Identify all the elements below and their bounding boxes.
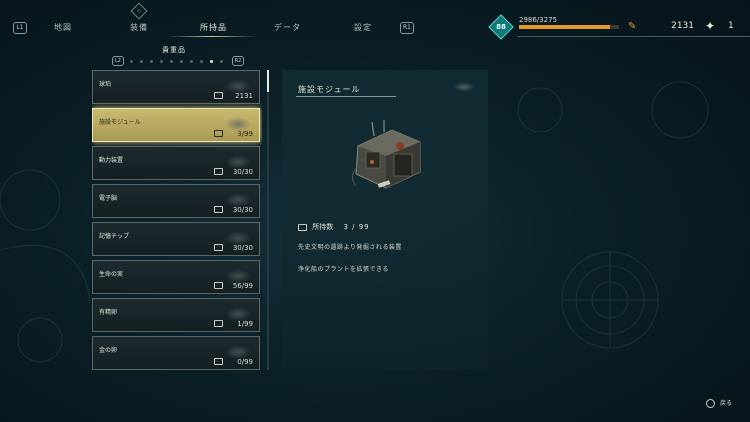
page-dot [200,60,203,63]
r1-button-icon[interactable]: R1 [400,22,414,34]
circle-button-icon [706,399,716,408]
category-pager: L2 R2 [112,56,244,66]
bag-icon [214,168,223,175]
item-qty: 30/30 [232,206,253,214]
item-qty: 56/99 [232,282,253,290]
item-qty: 30/30 [232,244,253,252]
item-thumbnail [225,79,251,93]
list-item[interactable]: 動力装置 30/30 [92,146,260,180]
item-qty: 2131 [235,92,253,100]
page-dot [160,60,163,63]
bag-icon [214,282,223,289]
item-name: 電子脳 [99,195,118,202]
item-thumbnail [225,269,251,283]
bag-icon [214,92,223,99]
module-machine-image [352,120,421,189]
currency-value: 2131 [671,21,694,31]
list-item[interactable]: 球珀 2131 [92,70,260,104]
list-item[interactable]: 記憶チップ 30/30 [92,222,260,256]
item-detail-panel: 施設モジュール 所持数 3 / 99 先史文明の遺跡より発掘される装置 浄化船の… [282,70,488,370]
item-thumbnail [225,345,251,359]
l2-button-icon[interactable]: L2 [112,56,124,66]
bag-icon [298,223,307,231]
l1-button-icon[interactable]: L1 [13,22,27,34]
active-tab-underline [168,36,256,37]
tab-data[interactable]: データ [274,22,301,33]
feather-currency-icon: ✎ [628,21,637,32]
item-name: 有精卵 [99,309,118,316]
page-dot [210,60,213,63]
list-item[interactable]: 電子脳 30/30 [92,184,260,218]
owned-value: 3 / 99 [343,223,370,231]
detail-title: 施設モジュール [298,85,361,94]
item-description-line1: 先史文明の遺跡より発掘される装置 [298,244,402,251]
list-item-selected[interactable]: 施設モジュール 3/99 [92,108,260,142]
category-title: 貴重品 [162,46,186,54]
level-badge: 88 [488,14,514,40]
item-thumbnail [225,231,251,245]
page-dot [220,60,223,63]
item-thumbnail [225,155,251,169]
list-item[interactable]: 生命の実 56/99 [92,260,260,294]
special-count: 1 [728,21,734,31]
exp-bar [519,25,619,29]
quest-hint-icon: ◇ [130,2,148,20]
bag-icon [214,206,223,213]
item-thumbnail [225,117,251,131]
status-divider [518,36,750,37]
page-dot [140,60,143,63]
star-icon: ✦ [705,19,716,33]
item-name: 金の卵 [99,347,118,354]
back-label: 戻る [719,400,732,407]
item-qty: 3/99 [237,130,253,138]
item-qty: 0/99 [237,358,253,366]
r2-button-icon[interactable]: R2 [232,56,244,66]
list-item[interactable]: 有精卵 1/99 [92,298,260,332]
item-list[interactable]: 球珀 2131 施設モジュール 3/99 動力装置 30/30 電子脳 30/3… [92,70,262,370]
title-underline [296,96,396,97]
bag-icon [214,130,223,137]
tab-settings[interactable]: 設定 [354,22,372,33]
item-name: 施設モジュール [99,119,141,126]
page-dot [170,60,173,63]
item-thumbnail [225,193,251,207]
list-scrollbar[interactable] [267,70,269,370]
scrollbar-thumb[interactable] [267,70,269,92]
item-thumbnail [225,307,251,321]
tab-equipment[interactable]: 装備 [130,22,148,33]
item-name: 記憶チップ [99,233,130,240]
bag-icon [214,320,223,327]
item-qty: 30/30 [232,168,253,176]
item-name: 生命の実 [99,271,124,278]
bag-icon [214,244,223,251]
owned-count: 所持数 3 / 99 [298,222,370,232]
item-name: 動力装置 [99,157,124,164]
page-dot [150,60,153,63]
back-button[interactable]: 戻る [706,398,732,408]
item-name: 球珀 [99,81,112,88]
tab-map[interactable]: 地図 [54,22,72,33]
bag-icon [214,358,223,365]
item-description-line2: 浄化船のプラントを拡張できる [298,266,389,273]
page-dot [190,60,193,63]
owned-label: 所持数 [312,223,334,231]
item-qty: 1/99 [237,320,253,328]
item-thumbnail [454,82,474,92]
list-item[interactable]: 金の卵 0/99 [92,336,260,370]
page-dot [130,60,133,63]
page-dot [180,60,183,63]
tab-inventory[interactable]: 所持品 [200,22,227,33]
exp-text: 2986/3275 [519,16,557,24]
